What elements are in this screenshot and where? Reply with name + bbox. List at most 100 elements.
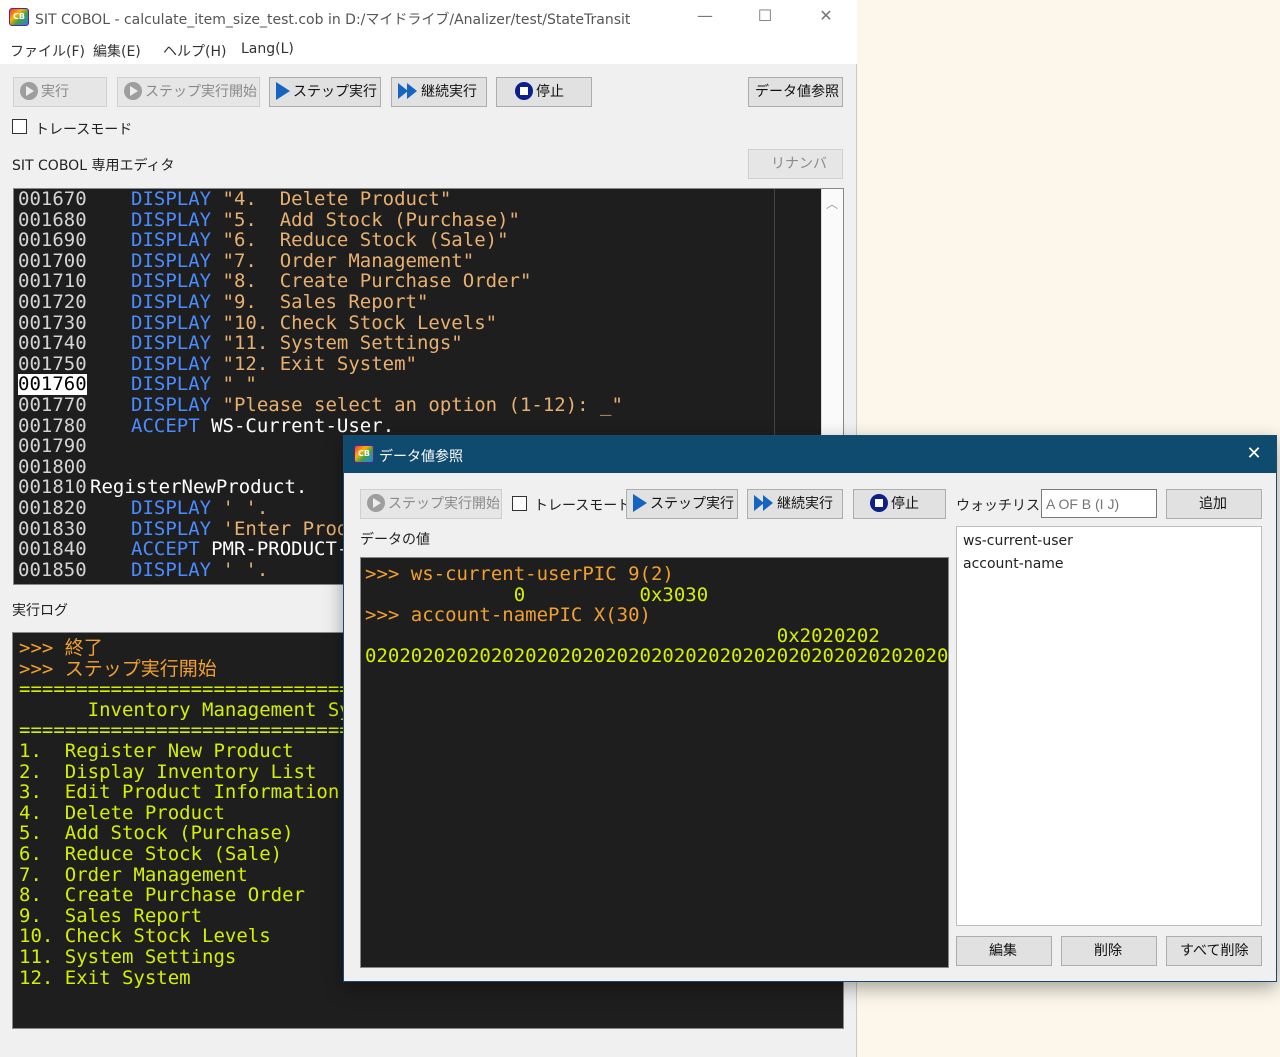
watchlist-label: ウォッチリスト	[956, 498, 1054, 514]
code-keyword: DISPLAY	[131, 517, 212, 540]
code-text: DISPLAY ' '.	[131, 558, 268, 581]
dialog-step-start-label: ステップ実行開始	[388, 496, 500, 512]
code-keyword: ACCEPT	[131, 414, 200, 437]
step-start-label: ステップ実行開始	[145, 84, 257, 100]
data-ref-dialog: CB データ値参照 ✕ ステップ実行開始 トレースモード ステップ実行 継続実行…	[343, 435, 1277, 982]
line-number: 001840	[18, 538, 87, 561]
dialog-continue-button[interactable]: 継続実行	[747, 489, 843, 519]
data-line: 0 0x3030	[365, 583, 709, 606]
dialog-trace-mode-label: トレースモード	[534, 498, 632, 514]
close-button[interactable]: ✕	[803, 0, 849, 34]
trace-mode-checkbox[interactable]	[12, 119, 27, 134]
code-string: "4. Delete Product"	[222, 188, 452, 210]
watch-list[interactable]: ws-current-user account-name	[956, 526, 1262, 926]
log-line: 5. Add Stock (Purchase)	[19, 822, 294, 845]
code-keyword: DISPLAY	[131, 394, 212, 416]
log-line: 8. Create Purchase Order	[19, 884, 305, 907]
dialog-step-start-button[interactable]: ステップ実行開始	[360, 489, 502, 519]
dialog-continue-label: 継続実行	[777, 496, 833, 512]
data-line: >>> account-namePIC X(30)	[365, 604, 651, 627]
data-ref-button[interactable]: データ値参照	[748, 77, 843, 107]
dialog-trace-mode-checkbox[interactable]	[512, 496, 527, 511]
run-button[interactable]: 実行	[13, 77, 107, 107]
add-watch-button[interactable]: 追加	[1166, 489, 1262, 519]
log-line: 9. Sales Report	[19, 904, 203, 927]
code-text: DISPLAY ' '.	[131, 498, 268, 519]
stop-label: 停止	[536, 84, 564, 100]
dialog-play-icon	[633, 494, 647, 512]
dialog-step-label: ステップ実行	[650, 496, 734, 512]
dialog-stop-label: 停止	[891, 496, 919, 512]
menu-edit[interactable]: 編集(E)	[93, 41, 141, 61]
code-keyword: DISPLAY	[131, 311, 212, 334]
watch-expression-input[interactable]	[1041, 489, 1157, 518]
runlog-label: 実行ログ	[12, 603, 68, 619]
code-keyword: DISPLAY	[131, 229, 212, 252]
code-text: DISPLAY "9. Sales Report"	[131, 292, 428, 313]
code-keyword: DISPLAY	[131, 373, 212, 396]
line-number: 001760	[18, 373, 87, 396]
line-number: 001710	[18, 270, 87, 293]
stop-icon	[515, 82, 533, 100]
log-line: 6. Reduce Stock (Sale)	[19, 843, 283, 865]
dialog-close-icon[interactable]: ✕	[1232, 436, 1276, 473]
code-text: DISPLAY "11. System Settings"	[131, 333, 463, 354]
code-string: " "	[222, 373, 257, 396]
edit-watch-button[interactable]: 編集	[956, 936, 1052, 966]
dialog-step-start-icon	[367, 494, 385, 512]
window-title: SIT COBOL - calculate_item_size_test.cob…	[35, 12, 631, 28]
menu-file[interactable]: ファイル(F)	[10, 41, 85, 61]
code-keyword: DISPLAY	[131, 208, 212, 231]
maximize-button[interactable]: ☐	[742, 0, 788, 34]
code-text: ACCEPT PMR-PRODUCT-NA	[131, 539, 371, 560]
run-label: 実行	[41, 84, 69, 100]
code-text: DISPLAY "10. Check Stock Levels"	[131, 311, 498, 334]
run-icon	[20, 82, 38, 100]
log-line: 1. Register New Product	[19, 740, 294, 762]
code-keyword: ACCEPT	[131, 538, 200, 561]
line-number: 001680	[18, 208, 87, 231]
code-string: "11. System Settings"	[222, 332, 463, 355]
code-text: DISPLAY "12. Exit System"	[131, 352, 417, 375]
code-keyword: DISPLAY	[131, 352, 212, 375]
data-line: 0x2020202	[365, 624, 880, 647]
delete-watch-button[interactable]: 削除	[1061, 936, 1157, 966]
menu-help[interactable]: ヘルプ(H)	[163, 41, 226, 61]
code-string: "6. Reduce Stock (Sale)"	[222, 229, 509, 252]
dialog-step-button[interactable]: ステップ実行	[626, 489, 738, 519]
minimize-button[interactable]: —	[682, 0, 728, 34]
log-line: 4. Delete Product	[19, 801, 225, 824]
code-rest: .	[382, 414, 395, 437]
scroll-up-icon[interactable]: ︿	[826, 195, 838, 212]
line-number: 001800	[18, 455, 87, 478]
code-keyword: DISPLAY	[131, 332, 212, 355]
line-number: 001820	[18, 497, 87, 519]
code-keyword: DISPLAY	[131, 291, 212, 313]
menu-lang[interactable]: Lang(L)	[241, 41, 294, 57]
watch-item[interactable]: account-name	[963, 556, 1064, 572]
code-string: "5. Add Stock (Purchase)"	[222, 208, 520, 231]
continue-button[interactable]: 継続実行	[391, 77, 487, 107]
dialog-fast-forward-icon	[754, 495, 774, 511]
stop-button[interactable]: 停止	[496, 77, 592, 107]
log-line: 2. Display Inventory List	[19, 760, 317, 783]
code-string: "10. Check Stock Levels"	[222, 311, 498, 334]
log-line: >>> ステップ実行開始	[19, 657, 217, 680]
delete-all-watch-button[interactable]: すべて削除	[1166, 936, 1262, 966]
step-button[interactable]: ステップ実行	[269, 77, 381, 107]
code-string: "9. Sales Report"	[222, 291, 429, 313]
line-number: 001740	[18, 332, 87, 355]
watch-item[interactable]: ws-current-user	[963, 533, 1073, 549]
dialog-stop-button[interactable]: 停止	[853, 489, 946, 519]
renumber-button[interactable]: リナンバ	[748, 149, 843, 179]
dialog-title: データ値参照	[379, 449, 463, 465]
code-keyword: DISPLAY	[131, 558, 212, 581]
code-string: "8. Create Purchase Order"	[222, 270, 532, 293]
line-number: 001850	[18, 558, 87, 581]
code-string: "7. Order Management"	[222, 249, 475, 272]
code-text: RegisterNewProduct.	[90, 477, 307, 498]
menu-bar: ファイル(F) 編集(E) ヘルプ(H) Lang(L)	[0, 34, 857, 64]
log-line: 12. Exit System	[19, 966, 191, 989]
dialog-stop-icon	[870, 494, 888, 512]
step-start-button[interactable]: ステップ実行開始	[117, 77, 260, 107]
